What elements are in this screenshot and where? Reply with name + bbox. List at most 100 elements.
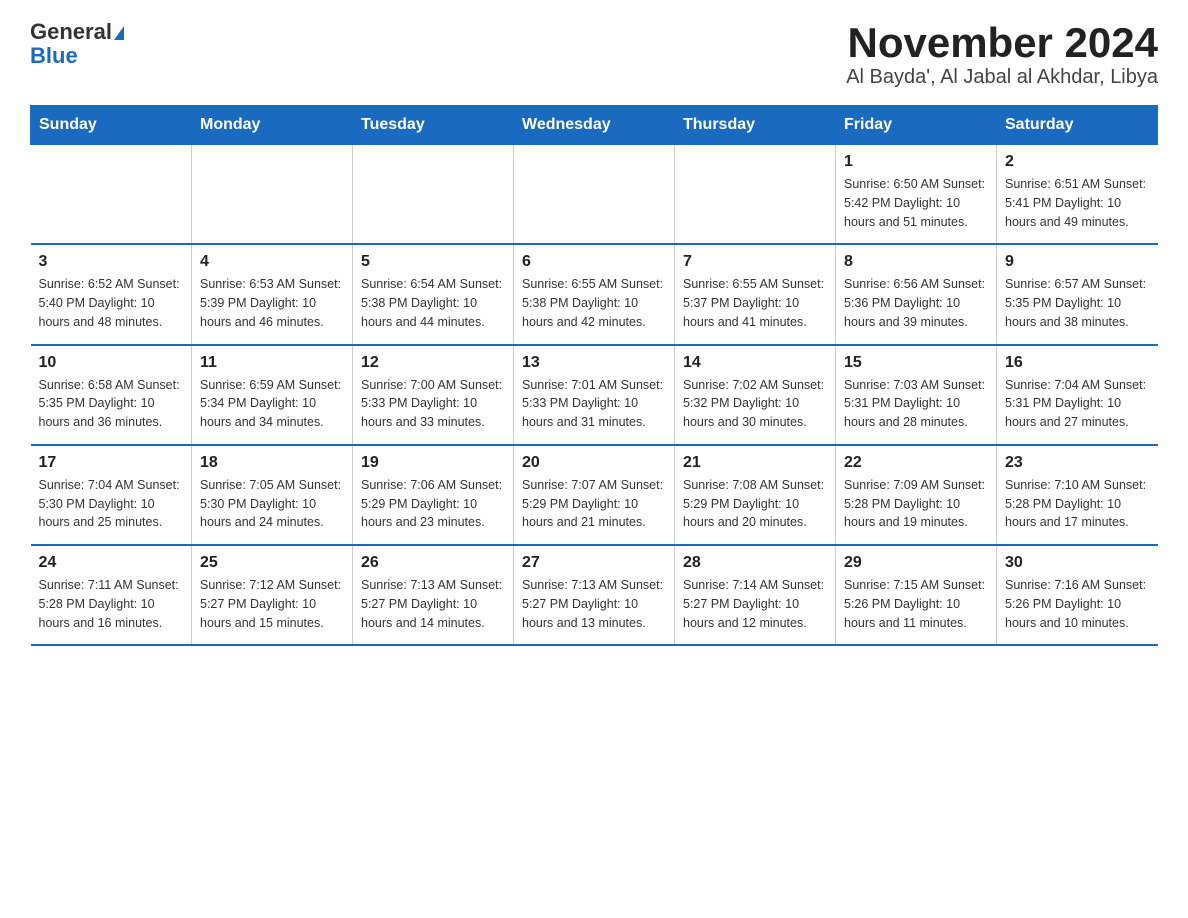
calendar-cell: 13 Sunrise: 7:01 AM Sunset: 5:33 PM Dayli… (514, 345, 675, 445)
day-info: Sunrise: 7:06 AM Sunset: 5:29 PM Dayligh… (361, 476, 505, 532)
day-number: 6 (522, 253, 666, 271)
calendar-cell: 8Sunrise: 6:56 AM Sunset: 5:36 PM Daylig… (836, 244, 997, 344)
calendar-cell: 18 Sunrise: 7:05 AM Sunset: 5:30 PM Dayli… (192, 445, 353, 545)
calendar-cell: 14 Sunrise: 7:02 AM Sunset: 5:32 PM Dayli… (675, 345, 836, 445)
day-info: Sunrise: 7:09 AM Sunset: 5:28 PM Dayligh… (844, 476, 988, 532)
day-info: Sunrise: 6:56 AM Sunset: 5:36 PM Dayligh… (844, 275, 988, 331)
calendar-cell (31, 145, 192, 245)
calendar-cell: 25 Sunrise: 7:12 AM Sunset: 5:27 PM Dayli… (192, 545, 353, 645)
day-info: Sunrise: 7:16 AM Sunset: 5:26 PM Dayligh… (1005, 576, 1150, 632)
calendar-cell: 9Sunrise: 6:57 AM Sunset: 5:35 PM Daylig… (997, 244, 1158, 344)
weekday-header-monday: Monday (192, 106, 353, 145)
title-block: November 2024 Al Bayda', Al Jabal al Akh… (846, 20, 1158, 89)
calendar-cell: 11 Sunrise: 6:59 AM Sunset: 5:34 PM Dayli… (192, 345, 353, 445)
day-number: 22 (844, 454, 988, 472)
calendar-cell: 2 Sunrise: 6:51 AM Sunset: 5:41 PM Daylig… (997, 145, 1158, 245)
calendar-cell (353, 145, 514, 245)
day-number: 23 (1005, 454, 1150, 472)
day-number: 1 (844, 153, 988, 171)
weekday-header-saturday: Saturday (997, 106, 1158, 145)
week-row-4: 17Sunrise: 7:04 AM Sunset: 5:30 PM Dayli… (31, 445, 1158, 545)
calendar-cell (514, 145, 675, 245)
week-row-1: 1 Sunrise: 6:50 AM Sunset: 5:42 PM Daylig… (31, 145, 1158, 245)
day-info: Sunrise: 6:57 AM Sunset: 5:35 PM Dayligh… (1005, 275, 1150, 331)
day-info: Sunrise: 6:55 AM Sunset: 5:38 PM Dayligh… (522, 275, 666, 331)
day-number: 4 (200, 253, 344, 271)
day-info: Sunrise: 7:08 AM Sunset: 5:29 PM Dayligh… (683, 476, 827, 532)
logo-general-line: General (30, 20, 124, 44)
calendar-cell: 6 Sunrise: 6:55 AM Sunset: 5:38 PM Daylig… (514, 244, 675, 344)
calendar-cell: 10 Sunrise: 6:58 AM Sunset: 5:35 PM Dayli… (31, 345, 192, 445)
day-info: Sunrise: 7:01 AM Sunset: 5:33 PM Dayligh… (522, 376, 666, 432)
logo-blue-text: Blue (30, 44, 78, 68)
calendar-cell: 3 Sunrise: 6:52 AM Sunset: 5:40 PM Daylig… (31, 244, 192, 344)
day-info: Sunrise: 6:53 AM Sunset: 5:39 PM Dayligh… (200, 275, 344, 331)
calendar-cell: 15 Sunrise: 7:03 AM Sunset: 5:31 PM Dayli… (836, 345, 997, 445)
logo-general-text: General (30, 19, 112, 44)
week-row-2: 3 Sunrise: 6:52 AM Sunset: 5:40 PM Daylig… (31, 244, 1158, 344)
calendar-subtitle: Al Bayda', Al Jabal al Akhdar, Libya (846, 66, 1158, 89)
calendar-cell (675, 145, 836, 245)
calendar-cell: 27Sunrise: 7:13 AM Sunset: 5:27 PM Dayli… (514, 545, 675, 645)
weekday-header-row: SundayMondayTuesdayWednesdayThursdayFrid… (31, 106, 1158, 145)
weekday-header-friday: Friday (836, 106, 997, 145)
calendar-cell (192, 145, 353, 245)
calendar-cell: 19Sunrise: 7:06 AM Sunset: 5:29 PM Dayli… (353, 445, 514, 545)
day-info: Sunrise: 7:13 AM Sunset: 5:27 PM Dayligh… (361, 576, 505, 632)
day-info: Sunrise: 6:59 AM Sunset: 5:34 PM Dayligh… (200, 376, 344, 432)
calendar-cell: 7Sunrise: 6:55 AM Sunset: 5:37 PM Daylig… (675, 244, 836, 344)
day-number: 26 (361, 554, 505, 572)
calendar-cell: 17Sunrise: 7:04 AM Sunset: 5:30 PM Dayli… (31, 445, 192, 545)
logo-triangle-icon (114, 26, 124, 40)
calendar-cell: 24Sunrise: 7:11 AM Sunset: 5:28 PM Dayli… (31, 545, 192, 645)
day-number: 20 (522, 454, 666, 472)
calendar-cell: 29 Sunrise: 7:15 AM Sunset: 5:26 PM Dayli… (836, 545, 997, 645)
week-row-3: 10 Sunrise: 6:58 AM Sunset: 5:35 PM Dayli… (31, 345, 1158, 445)
page-header: General Blue November 2024 Al Bayda', Al… (30, 20, 1158, 89)
day-number: 28 (683, 554, 827, 572)
day-number: 21 (683, 454, 827, 472)
weekday-header-thursday: Thursday (675, 106, 836, 145)
calendar-cell: 4 Sunrise: 6:53 AM Sunset: 5:39 PM Daylig… (192, 244, 353, 344)
day-number: 15 (844, 354, 988, 372)
day-info: Sunrise: 7:02 AM Sunset: 5:32 PM Dayligh… (683, 376, 827, 432)
day-number: 25 (200, 554, 344, 572)
calendar-cell: 5 Sunrise: 6:54 AM Sunset: 5:38 PM Daylig… (353, 244, 514, 344)
day-number: 11 (200, 354, 344, 372)
day-info: Sunrise: 7:10 AM Sunset: 5:28 PM Dayligh… (1005, 476, 1150, 532)
day-number: 18 (200, 454, 344, 472)
day-number: 2 (1005, 153, 1150, 171)
weekday-header-wednesday: Wednesday (514, 106, 675, 145)
logo: General Blue (30, 20, 124, 68)
day-info: Sunrise: 7:05 AM Sunset: 5:30 PM Dayligh… (200, 476, 344, 532)
day-number: 30 (1005, 554, 1150, 572)
day-info: Sunrise: 6:55 AM Sunset: 5:37 PM Dayligh… (683, 275, 827, 331)
day-info: Sunrise: 7:12 AM Sunset: 5:27 PM Dayligh… (200, 576, 344, 632)
day-number: 14 (683, 354, 827, 372)
day-info: Sunrise: 6:50 AM Sunset: 5:42 PM Dayligh… (844, 175, 988, 231)
calendar-cell: 16 Sunrise: 7:04 AM Sunset: 5:31 PM Dayli… (997, 345, 1158, 445)
weekday-header-tuesday: Tuesday (353, 106, 514, 145)
day-info: Sunrise: 6:52 AM Sunset: 5:40 PM Dayligh… (39, 275, 184, 331)
day-info: Sunrise: 7:04 AM Sunset: 5:30 PM Dayligh… (39, 476, 184, 532)
day-info: Sunrise: 7:13 AM Sunset: 5:27 PM Dayligh… (522, 576, 666, 632)
day-number: 5 (361, 253, 505, 271)
calendar-table: SundayMondayTuesdayWednesdayThursdayFrid… (30, 105, 1158, 646)
day-info: Sunrise: 7:15 AM Sunset: 5:26 PM Dayligh… (844, 576, 988, 632)
calendar-cell: 28 Sunrise: 7:14 AM Sunset: 5:27 PM Dayli… (675, 545, 836, 645)
day-info: Sunrise: 6:54 AM Sunset: 5:38 PM Dayligh… (361, 275, 505, 331)
week-row-5: 24Sunrise: 7:11 AM Sunset: 5:28 PM Dayli… (31, 545, 1158, 645)
day-info: Sunrise: 6:58 AM Sunset: 5:35 PM Dayligh… (39, 376, 184, 432)
day-number: 16 (1005, 354, 1150, 372)
day-number: 3 (39, 253, 184, 271)
day-number: 13 (522, 354, 666, 372)
day-info: Sunrise: 7:07 AM Sunset: 5:29 PM Dayligh… (522, 476, 666, 532)
day-info: Sunrise: 7:04 AM Sunset: 5:31 PM Dayligh… (1005, 376, 1150, 432)
day-info: Sunrise: 7:03 AM Sunset: 5:31 PM Dayligh… (844, 376, 988, 432)
day-info: Sunrise: 6:51 AM Sunset: 5:41 PM Dayligh… (1005, 175, 1150, 231)
day-number: 29 (844, 554, 988, 572)
day-info: Sunrise: 7:11 AM Sunset: 5:28 PM Dayligh… (39, 576, 184, 632)
day-info: Sunrise: 7:14 AM Sunset: 5:27 PM Dayligh… (683, 576, 827, 632)
day-number: 10 (39, 354, 184, 372)
calendar-cell: 12Sunrise: 7:00 AM Sunset: 5:33 PM Dayli… (353, 345, 514, 445)
